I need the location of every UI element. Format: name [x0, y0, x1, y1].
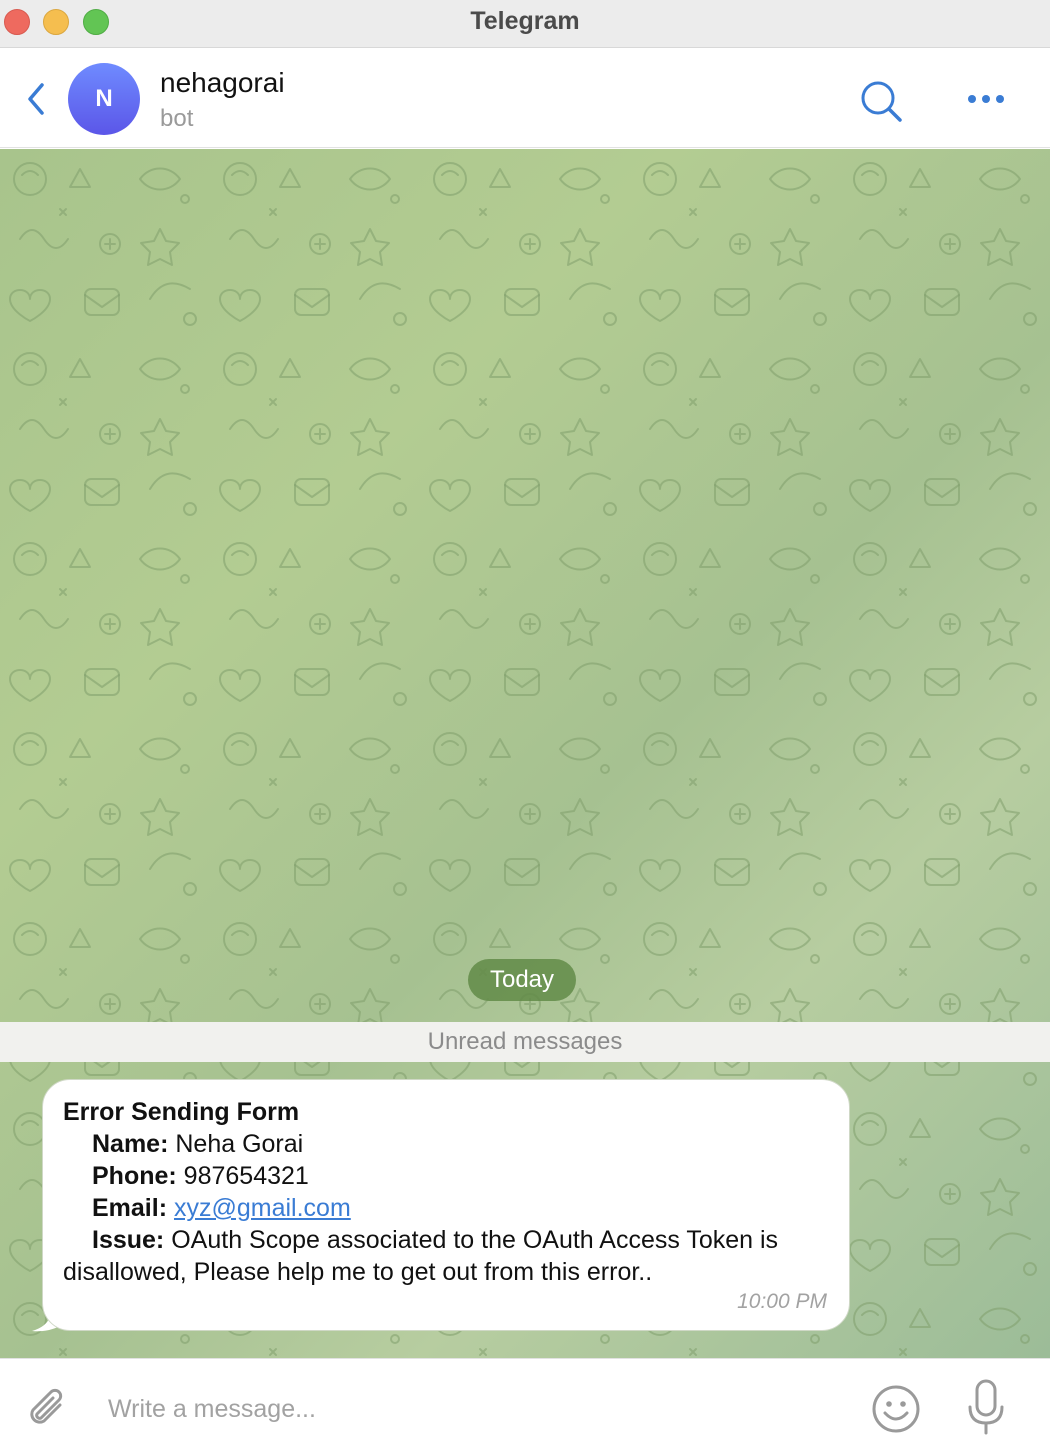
attach-button[interactable]	[22, 1383, 74, 1435]
message-bubble[interactable]: Error Sending Form Name: Neha Gorai Phon…	[42, 1079, 850, 1331]
message-time: 10:00 PM	[737, 1290, 827, 1313]
unread-messages-divider: Unread messages	[0, 1022, 1050, 1062]
search-button[interactable]	[856, 77, 906, 127]
chat-area[interactable]: Today Unread messages Error Sending Form…	[0, 149, 1050, 1358]
chat-header: N nehagorai bot	[0, 49, 1050, 148]
peer-name[interactable]: nehagorai	[160, 67, 285, 99]
window-title: Telegram	[470, 7, 580, 35]
back-button[interactable]	[20, 79, 56, 119]
message-email-row: Email: xyz@gmail.com	[63, 1192, 829, 1224]
search-icon	[861, 81, 902, 122]
more-dots-icon	[968, 95, 1004, 103]
email-label: Email:	[92, 1194, 168, 1222]
date-separator: Today	[468, 959, 576, 1001]
avatar[interactable]: N	[68, 63, 140, 135]
window-titlebar: Telegram	[0, 0, 1050, 48]
message-title: Error Sending Form	[63, 1098, 300, 1126]
message-composer	[0, 1358, 1050, 1454]
chevron-left-icon	[28, 83, 44, 115]
microphone-icon	[968, 1379, 1004, 1435]
message-phone-row: Phone: 987654321	[63, 1160, 829, 1192]
message-name-row: Name: Neha Gorai	[63, 1128, 829, 1160]
email-link[interactable]: xyz@gmail.com	[174, 1194, 351, 1222]
issue-label: Issue:	[92, 1226, 165, 1254]
emoji-button[interactable]	[870, 1383, 922, 1435]
emoji-icon	[872, 1385, 920, 1433]
more-button[interactable]	[962, 87, 1010, 111]
message-input[interactable]	[108, 1389, 808, 1429]
voice-message-button[interactable]	[964, 1377, 1008, 1439]
issue-value: OAuth Scope associated to the OAuth Acce…	[63, 1226, 779, 1286]
paperclip-icon	[30, 1388, 63, 1424]
phone-label: Phone:	[92, 1162, 177, 1190]
name-value: Neha Gorai	[175, 1130, 304, 1158]
phone-value[interactable]: 987654321	[184, 1162, 309, 1190]
name-label: Name:	[92, 1130, 169, 1158]
peer-status: bot	[160, 105, 194, 132]
message-issue-row: Issue: OAuth Scope associated to the OAu…	[63, 1224, 829, 1288]
